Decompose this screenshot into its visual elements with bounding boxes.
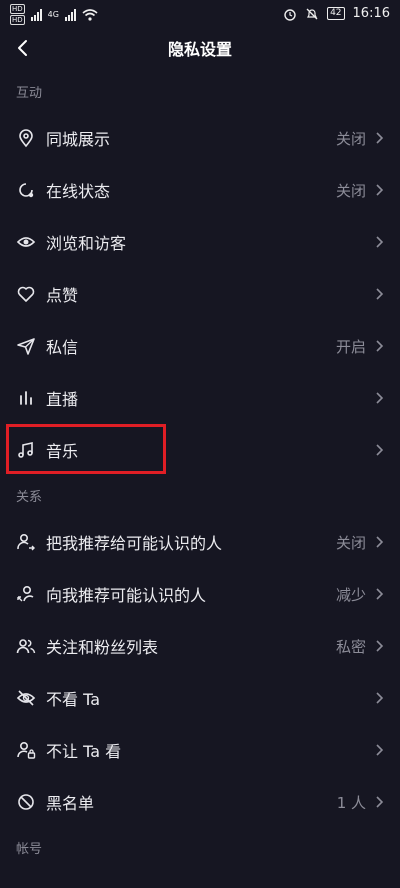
setting-label: 不让 Ta 看 [46, 742, 122, 761]
chevron-right-icon [374, 287, 384, 301]
chevron-right-icon [374, 691, 384, 705]
page-title: 隐私设置 [167, 40, 232, 59]
setting-row-likes[interactable]: 点赞 [0, 268, 400, 320]
section-header-interaction: 互动 [16, 86, 43, 101]
setting-label: 把我推荐给可能认识的人 [46, 534, 223, 553]
chevron-right-icon [374, 639, 384, 653]
chevron-right-icon [374, 131, 384, 145]
setting-label: 向我推荐可能认识的人 [46, 586, 207, 605]
heart-icon [16, 284, 36, 304]
setting-label: 关注和粉丝列表 [46, 638, 159, 657]
battery-indicator: 42 [327, 7, 345, 20]
hd-badge: HD [10, 4, 25, 14]
signal-icon [64, 8, 76, 21]
hd-badge: HD [10, 15, 25, 25]
eye-off-icon [16, 688, 36, 708]
setting-row-online-status[interactable]: 在线状态 关闭 [0, 164, 400, 216]
setting-row-live[interactable]: 直播 [0, 372, 400, 424]
setting-label: 直播 [46, 390, 79, 409]
chevron-right-icon [374, 183, 384, 197]
status-left: HD HD 4G [10, 4, 98, 25]
setting-label: 音乐 [46, 442, 79, 461]
wifi-icon [82, 8, 98, 21]
setting-row-nearby-display[interactable]: 同城展示 关闭 [0, 112, 400, 164]
online-status-icon [16, 180, 36, 200]
chevron-right-icon [374, 795, 384, 809]
chevron-right-icon [374, 391, 384, 405]
chevron-right-icon [374, 339, 384, 353]
status-right: 42 16:16 [283, 6, 390, 21]
setting-label: 点赞 [46, 286, 79, 305]
section-header-account: 帐号 [16, 842, 43, 857]
setting-label: 浏览和访客 [46, 234, 127, 253]
setting-value: 开启 [335, 337, 366, 356]
paper-plane-icon [16, 336, 36, 356]
setting-row-recommend-to-me[interactable]: 向我推荐可能认识的人 减少 [0, 568, 400, 620]
signal-icon [30, 8, 42, 21]
network-label: 4G [47, 10, 59, 19]
mute-icon [306, 8, 318, 19]
setting-row-block-viewing[interactable]: 不让 Ta 看 [0, 724, 400, 776]
setting-label: 在线状态 [46, 182, 111, 201]
setting-value: 减少 [335, 585, 366, 604]
setting-row-recommend-me[interactable]: 把我推荐给可能认识的人 关闭 [0, 516, 400, 568]
setting-label: 私信 [46, 338, 79, 357]
eye-icon [16, 232, 36, 252]
live-bars-icon [16, 388, 36, 408]
setting-row-direct-messages[interactable]: 私信 开启 [0, 320, 400, 372]
status-time: 16:16 [352, 6, 390, 21]
users-icon [16, 636, 36, 656]
setting-label: 黑名单 [46, 794, 95, 813]
section-header-relationships: 关系 [16, 490, 43, 505]
location-pin-icon [16, 128, 36, 148]
setting-row-hide-their-content[interactable]: 不看 Ta [0, 672, 400, 724]
setting-label: 同城展示 [46, 130, 111, 149]
alarm-icon [284, 8, 296, 21]
user-recommend-icon [16, 584, 36, 604]
setting-value: 关闭 [335, 533, 366, 552]
setting-row-blacklist[interactable]: 黑名单 1 人 [0, 776, 400, 828]
chevron-right-icon [374, 535, 384, 549]
chevron-right-icon [374, 235, 384, 249]
music-note-icon [16, 440, 36, 460]
chevron-right-icon [374, 587, 384, 601]
block-icon [16, 792, 36, 812]
user-share-icon [16, 532, 36, 552]
setting-row-views-visitors[interactable]: 浏览和访客 [0, 216, 400, 268]
setting-value: 关闭 [335, 129, 366, 148]
setting-row-music[interactable]: 音乐 [0, 424, 400, 476]
setting-value: 私密 [335, 637, 366, 656]
setting-value: 关闭 [335, 181, 366, 200]
setting-value: 1 人 [336, 793, 366, 812]
chevron-right-icon [374, 443, 384, 457]
setting-row-follow-fans-list[interactable]: 关注和粉丝列表 私密 [0, 620, 400, 672]
status-bar: HD HD 4G 42 16:16 [0, 0, 400, 28]
setting-label: 不看 Ta [46, 690, 101, 709]
user-lock-icon [16, 740, 36, 760]
chevron-right-icon [374, 743, 384, 757]
hd-indicators: HD HD [10, 4, 25, 25]
title-bar: 隐私设置 [0, 28, 400, 72]
